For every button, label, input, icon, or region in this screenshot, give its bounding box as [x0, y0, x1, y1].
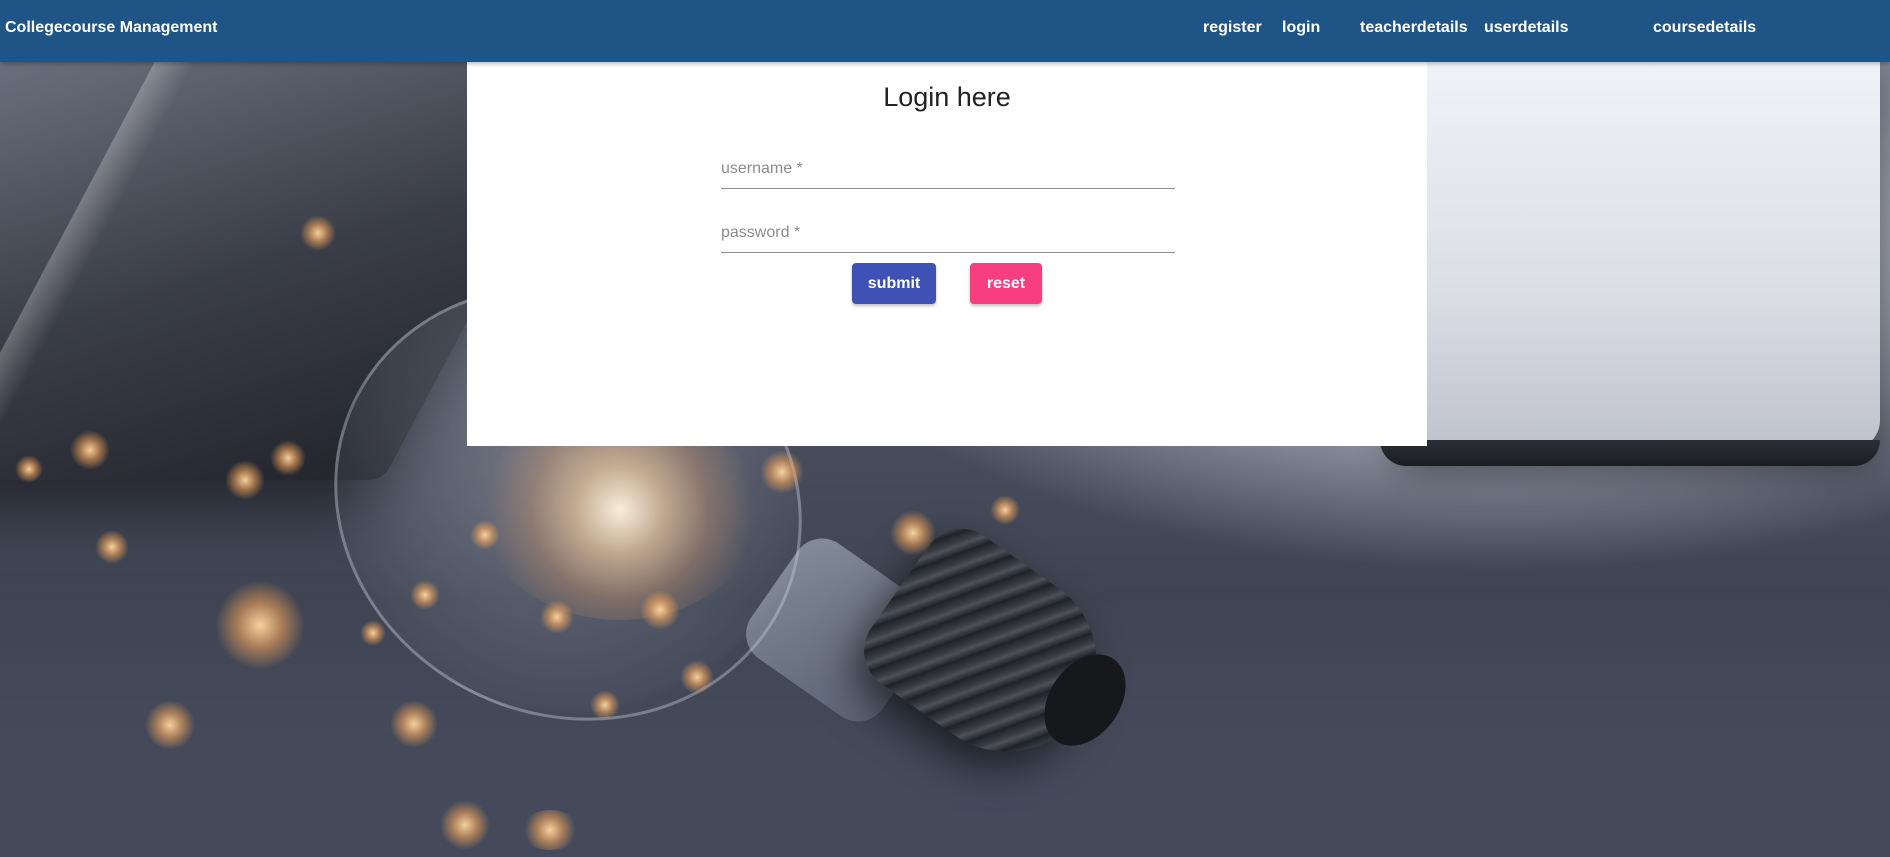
reset-button[interactable]: reset [970, 263, 1042, 304]
sparkle [145, 700, 195, 750]
sparkle [270, 440, 306, 476]
username-field [721, 152, 1175, 189]
login-title: Login here [883, 82, 1011, 112]
sparkle [590, 690, 620, 720]
sparkle [470, 520, 500, 550]
laptop-right-base [1380, 440, 1880, 466]
sparkle [390, 700, 438, 748]
sparkle [520, 810, 580, 850]
sparkle [990, 495, 1020, 525]
sparkle [890, 510, 936, 556]
nav-register-link[interactable]: register [1203, 19, 1262, 37]
password-input[interactable] [721, 216, 1175, 250]
submit-button[interactable]: submit [852, 263, 936, 304]
laptop-right-shape [1400, 50, 1880, 450]
sparkle [15, 455, 43, 483]
sparkle [70, 430, 110, 470]
sparkle [300, 215, 336, 251]
sparkle [640, 590, 680, 630]
nav-userdetails-link[interactable]: userdetails [1484, 19, 1568, 37]
sparkle [540, 600, 574, 634]
sparkle [680, 660, 714, 694]
nav-coursedetails-link[interactable]: coursedetails [1653, 19, 1756, 37]
sparkle [440, 800, 490, 850]
password-field [721, 216, 1175, 253]
nav-teacherdetails-link[interactable]: teacherdetails [1360, 19, 1468, 37]
login-card: Login here submit reset [467, 62, 1427, 446]
username-input[interactable] [721, 152, 1175, 186]
sparkle [95, 530, 129, 564]
sparkle [215, 580, 305, 670]
app-brand-title: Collegecourse Management [5, 19, 218, 36]
sparkle [760, 450, 804, 494]
top-navbar: Collegecourse Management register login … [0, 0, 1890, 62]
sparkle [360, 620, 386, 646]
sparkle [410, 580, 440, 610]
nav-login-link[interactable]: login [1282, 19, 1320, 37]
sparkle [225, 460, 265, 500]
